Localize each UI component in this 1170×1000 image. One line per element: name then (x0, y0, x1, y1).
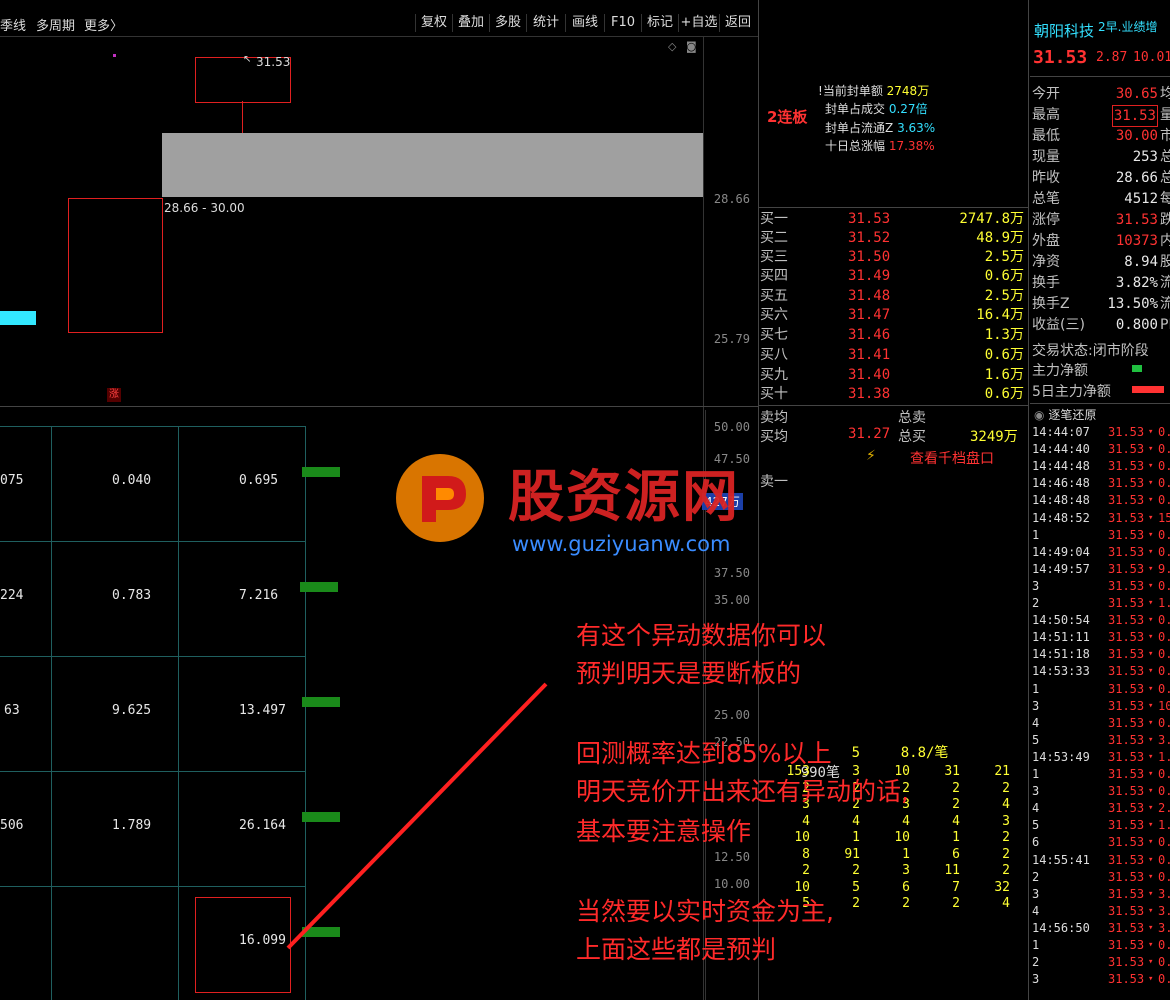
annotation-text: 当然要以实时资金为主, (576, 897, 834, 926)
annotation-text: 回测概率达到85%以上 (576, 739, 832, 768)
annotation-text: 基本要注意操作 (576, 817, 752, 846)
annotation-text: 有这个异动数据你可以 (576, 621, 827, 650)
annotation-arrow (286, 682, 548, 950)
annotation-text: 明天竞价开出来还有异动的话, (576, 777, 909, 806)
annotation-text: 上面这些都是预判 (576, 935, 777, 964)
annotation-text: 预判明天是要断板的 (576, 659, 802, 688)
